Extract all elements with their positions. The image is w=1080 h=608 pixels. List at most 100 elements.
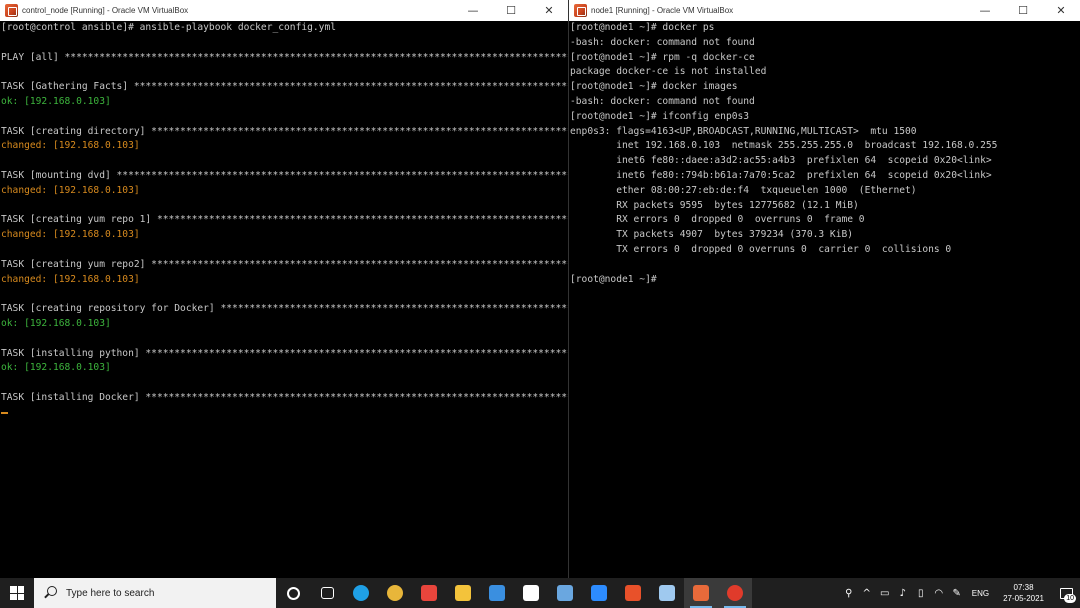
notification-count: 10 [1064,594,1076,603]
start-button[interactable] [0,578,34,608]
mail-taskbar-button[interactable] [480,578,514,608]
terminal-line: TASK [creating yum repo 1] *************… [1,214,568,226]
store-bag-icon [523,585,539,601]
remote-desktop-taskbar-button[interactable] [548,578,582,608]
terminal-console[interactable]: [root@control ansible]# ansible-playbook… [0,21,568,578]
terminal-line: ether 08:00:27:eb:de:f4 txqueuelen 1000 … [570,184,917,196]
window-title: node1 [Running] - Oracle VM VirtualBox [591,6,734,15]
people-icon[interactable]: ⚲ [840,578,858,608]
system-tray: ⚲ ^ ▭ ♪ ▯ ◠ ✎ ENG 07:38 27-05-2021 10 [840,578,1080,608]
file-explorer-icon [455,585,471,601]
terminal-line: TASK [creating directory] **************… [1,125,568,137]
terminal-line: ok: [192.168.0.103] [1,95,111,107]
office-taskbar-button[interactable] [616,578,650,608]
language-indicator[interactable]: ENG [966,589,995,598]
node1-window[interactable]: node1 [Running] - Oracle VM VirtualBox —… [568,0,1080,578]
terminal-line: TASK [creating repository for Docker] **… [1,303,568,315]
pen-icon[interactable]: ✎ [948,578,966,608]
chrome-taskbar-button[interactable] [378,578,412,608]
zoom-taskbar-button[interactable] [582,578,616,608]
file-explorer-taskbar-button[interactable] [446,578,480,608]
zoom-icon [591,585,607,601]
volume-icon[interactable]: ♪ [894,578,912,608]
virtualbox-icon [693,585,709,601]
terminal-line: ok: [192.168.0.103] [1,362,111,374]
widgets-icon [320,587,334,599]
virtualbox-icon [5,4,18,17]
chevron-up-icon[interactable]: ^ [858,578,876,608]
office-icon [625,585,641,601]
maximize-button[interactable]: ☐ [492,0,530,21]
terminal-line: RX packets 9595 bytes 12775682 (12.1 MiB… [570,199,859,211]
title-bar[interactable]: control_node [Running] - Oracle VM Virtu… [0,0,568,21]
terminal-line: -bash: docker: command not found [570,95,755,107]
terminal-line: inet6 fe80::794b:b61a:7a70:5ca2 prefixle… [570,169,992,181]
clock-date: 27-05-2021 [1003,594,1044,603]
notification-center[interactable]: 10 [1052,578,1080,608]
wifi-icon[interactable]: ◠ [930,578,948,608]
store-bag-taskbar-button[interactable] [514,578,548,608]
edge-taskbar-button[interactable] [344,578,378,608]
close-button[interactable]: ✕ [530,0,568,21]
clock-time: 07:38 [1013,583,1034,592]
battery-icon[interactable]: ▯ [912,578,930,608]
task-view-icon [286,586,300,600]
virtualbox-taskbar-button[interactable] [684,578,718,608]
terminal-line: [root@control ansible]# ansible-playbook… [1,22,337,33]
terminal-line: enp0s3: flags=4163<UP,BROADCAST,RUNNING,… [570,125,917,137]
control-node-window[interactable]: control_node [Running] - Oracle VM Virtu… [0,0,568,578]
chrome-icon [387,585,403,601]
store-gift-icon [421,585,437,601]
search-placeholder: Type here to search [66,587,155,599]
cube-icon [659,585,675,601]
terminal-line: TASK [installing python] ***************… [1,347,568,359]
search-box[interactable]: Type here to search [34,578,276,608]
terminal-line: [root@node1 ~]# rpm -q docker-ce [570,51,755,63]
store-gift-taskbar-button[interactable] [412,578,446,608]
terminal-line: changed: [192.168.0.103] [1,273,140,285]
mail-icon [489,585,505,601]
terminal-line: TASK [installing Docker] ***************… [1,391,568,403]
recorder-taskbar-button[interactable] [718,578,752,608]
terminal-line: PLAY [all] *****************************… [1,51,568,63]
close-button[interactable]: ✕ [1042,0,1080,21]
terminal-line: TX packets 4907 bytes 379234 (370.3 KiB) [570,229,854,241]
minimize-button[interactable]: — [966,0,1004,21]
terminal-line: inet 192.168.0.103 netmask 255.255.255.0… [570,140,998,152]
network-icon[interactable]: ▭ [876,578,894,608]
maximize-button[interactable]: ☐ [1004,0,1042,21]
clock[interactable]: 07:38 27-05-2021 [995,582,1052,604]
task-view-taskbar-button[interactable] [276,578,310,608]
terminal-line: TASK [Gathering Facts] *****************… [1,81,568,93]
remote-desktop-icon [557,585,573,601]
recorder-icon [727,585,743,601]
terminal-line: [root@node1 ~]# docker ps [570,22,715,33]
terminal-console[interactable]: [root@node1 ~]# docker ps -bash: docker: … [569,21,1080,578]
search-icon [44,586,58,600]
taskbar: Type here to search ⚲ ^ ▭ ♪ ▯ ◠ ✎ ENG 07… [0,578,1080,608]
terminal-line [1,406,568,421]
terminal-line: [root@node1 ~]# [570,273,657,285]
terminal-line: TX errors 0 dropped 0 overruns 0 carrier… [570,243,952,255]
terminal-line: changed: [192.168.0.103] [1,229,140,241]
terminal-line: package docker-ce is not installed [570,66,767,78]
terminal-line: TASK [mounting dvd] ********************… [1,169,568,181]
terminal-line: inet6 fe80::daee:a3d2:ac55:a4b3 prefixle… [570,155,992,167]
title-bar[interactable]: node1 [Running] - Oracle VM VirtualBox —… [569,0,1080,21]
cube-taskbar-button[interactable] [650,578,684,608]
terminal-line: TASK [creating yum repo2] **************… [1,258,568,270]
terminal-line: ok: [192.168.0.103] [1,317,111,329]
minimize-button[interactable]: — [454,0,492,21]
virtualbox-icon [574,4,587,17]
widgets-taskbar-button[interactable] [310,578,344,608]
terminal-line: changed: [192.168.0.103] [1,184,140,196]
